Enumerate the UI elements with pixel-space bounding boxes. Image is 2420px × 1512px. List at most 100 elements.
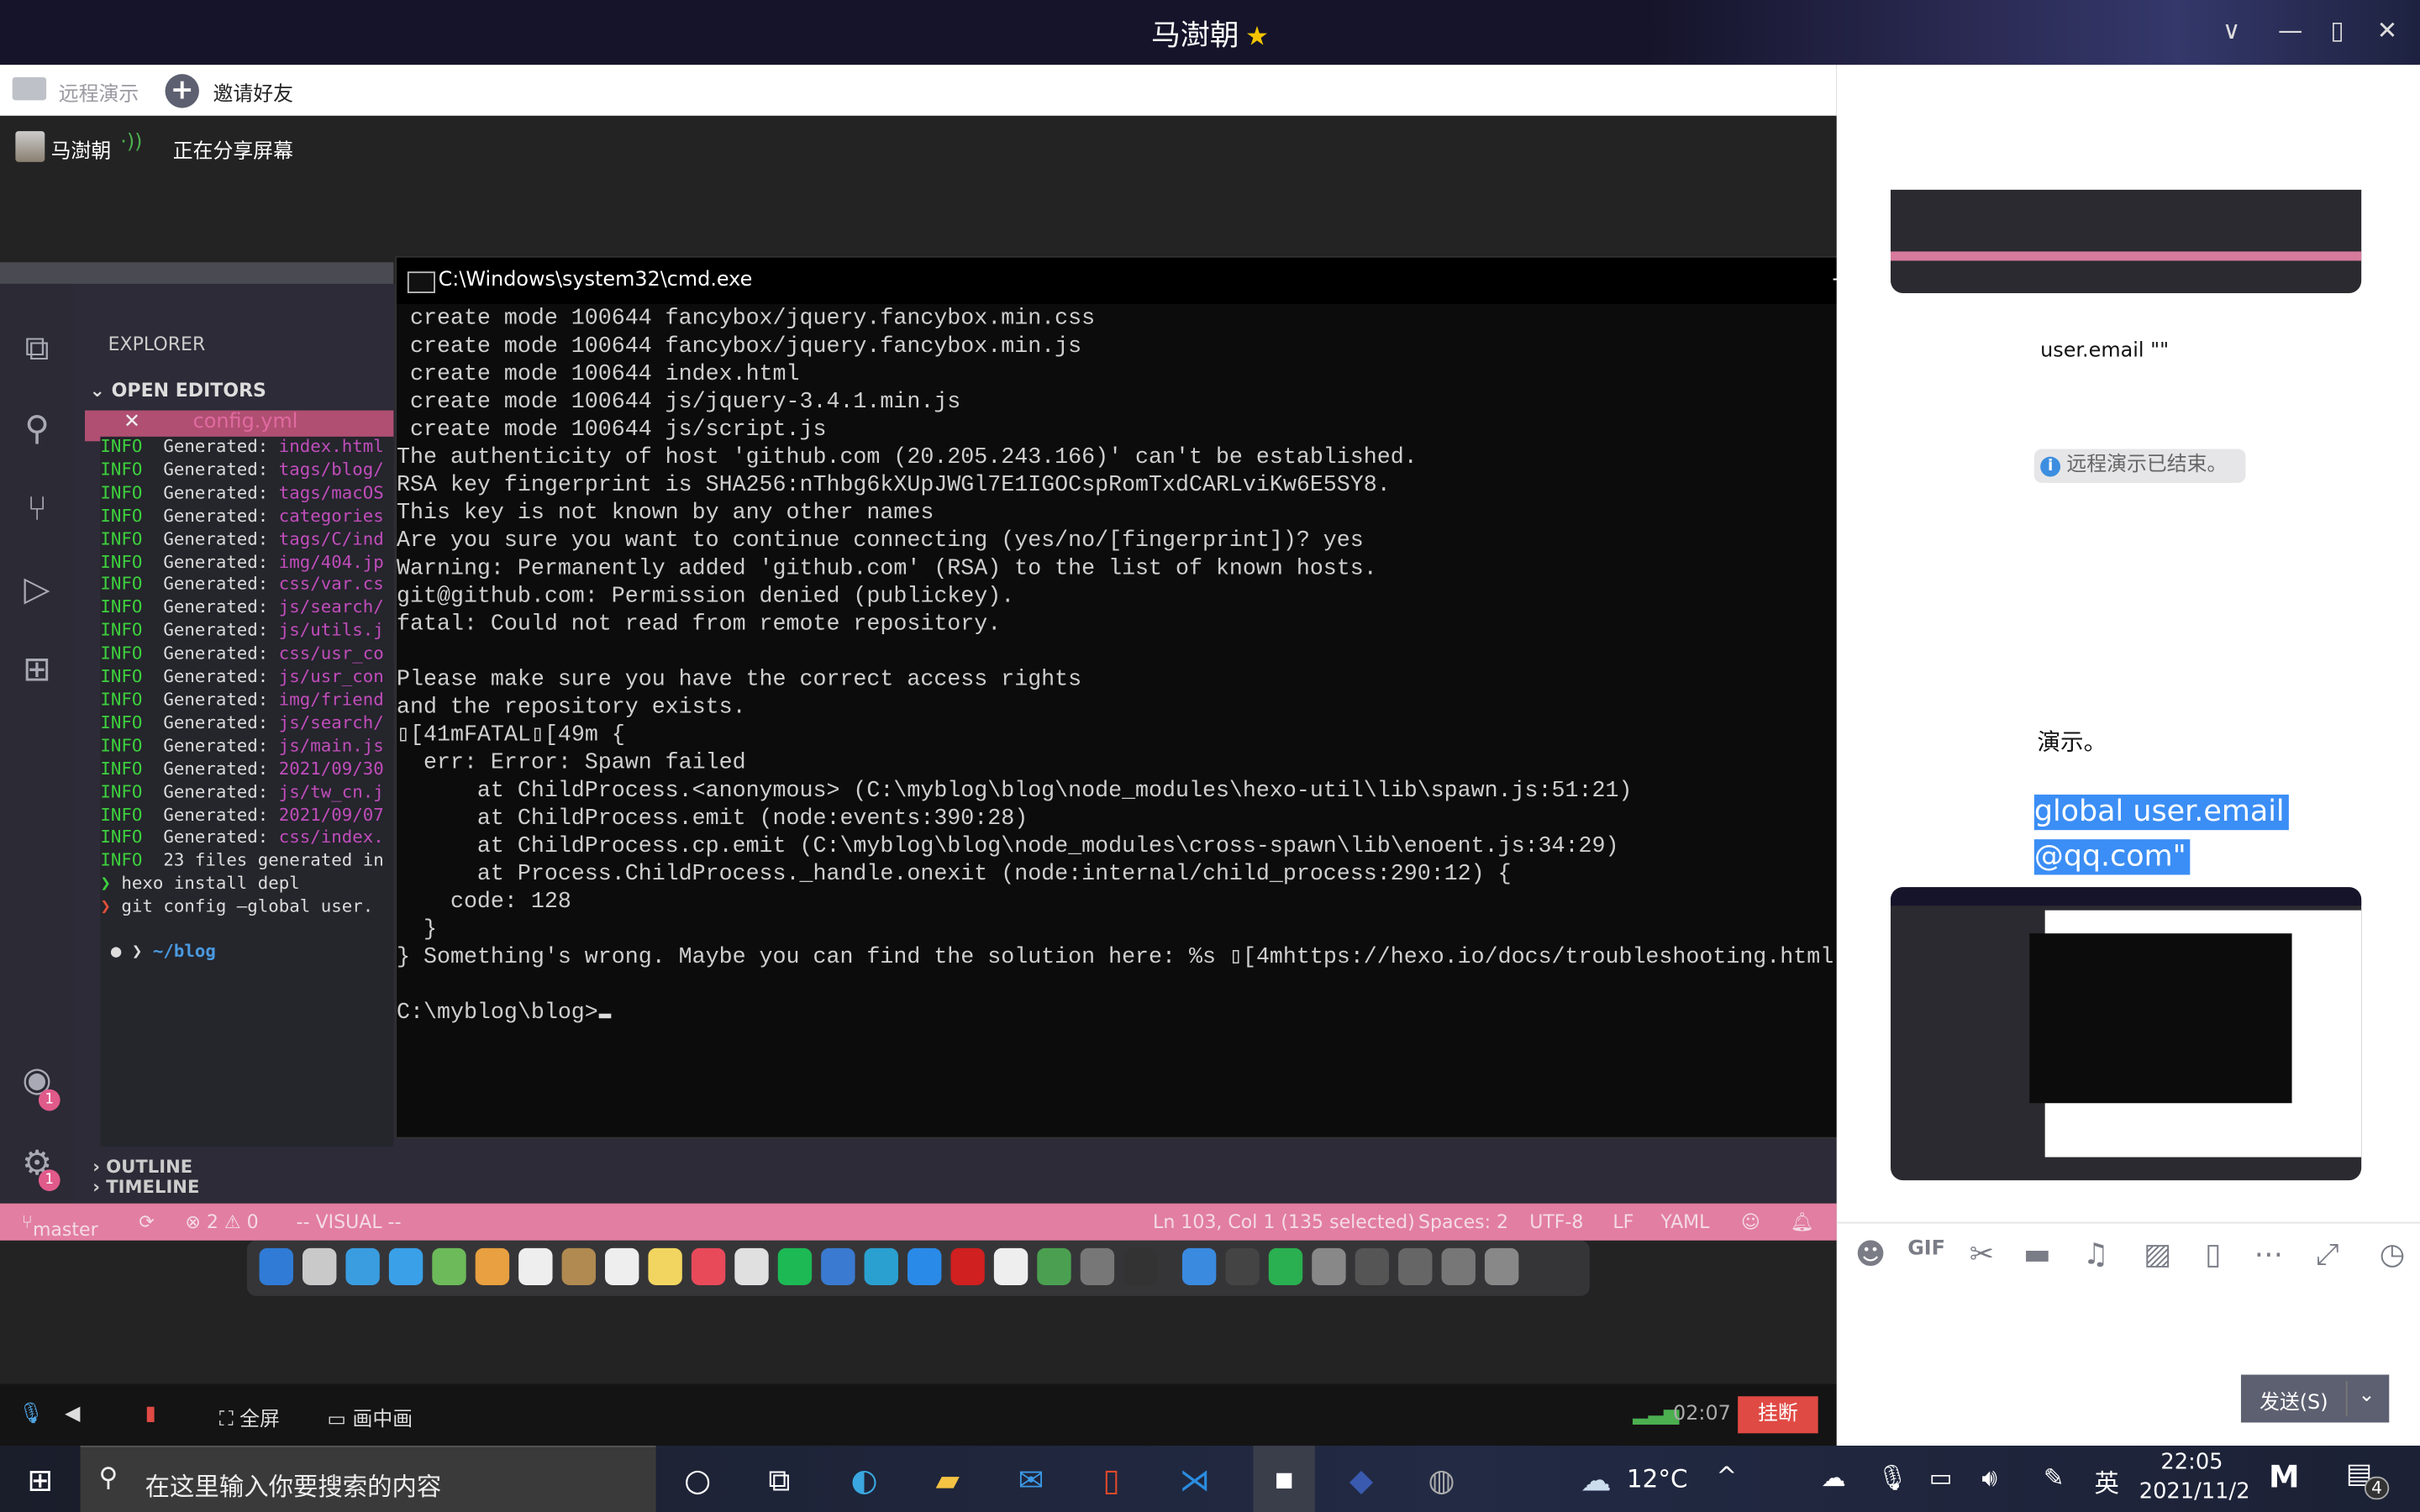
screenshot-image[interactable] (1891, 887, 2362, 1181)
dock-app-icon[interactable] (950, 1247, 985, 1286)
hangup-button[interactable]: 挂断 (1738, 1396, 1818, 1434)
search-icon[interactable]: ⚲ (15, 411, 58, 454)
outline-section[interactable]: › OUTLINE (92, 1156, 192, 1178)
dock-app-icon[interactable] (1037, 1247, 1071, 1286)
battery-icon[interactable]: ▭ (1929, 1462, 1953, 1492)
chevron-down-icon[interactable]: ⌄ (2359, 1384, 2375, 1408)
branch-status[interactable]: ⑂ master (22, 1211, 98, 1241)
encoding[interactable]: UTF-8 (1529, 1211, 1583, 1233)
dock-app-icon[interactable] (1484, 1247, 1519, 1286)
office-icon[interactable]: ▯ (1090, 1458, 1133, 1501)
scissors-icon[interactable]: ✂ (1963, 1237, 2000, 1274)
clock-date[interactable]: 2021/11/2 (2139, 1479, 2250, 1504)
screenshot-image[interactable] (1891, 189, 2362, 293)
speaker-icon[interactable]: ◀ (65, 1403, 80, 1426)
dock-app-icon[interactable] (821, 1247, 855, 1286)
dock-app-icon[interactable] (993, 1247, 1028, 1286)
dock-app-icon[interactable] (908, 1247, 942, 1286)
dock-app-icon[interactable] (1441, 1247, 1476, 1286)
dock-app-icon[interactable] (1080, 1247, 1115, 1286)
run-debug-icon[interactable]: ▷ (15, 571, 58, 614)
edge-icon[interactable]: ◐ (843, 1458, 886, 1501)
expand-icon[interactable]: ⤢ (2309, 1237, 2346, 1274)
remote-demo-button[interactable]: 远程演示 (59, 77, 139, 107)
shake-icon[interactable]: ▯ (2195, 1237, 2232, 1274)
integrated-terminal[interactable]: INFO Generated: index.html INFO Generated… (100, 436, 394, 1147)
windows-start-icon[interactable]: ⊞ (18, 1458, 61, 1501)
app-m-icon[interactable]: M (2269, 1458, 2300, 1495)
close-icon[interactable]: ✕ (124, 411, 140, 434)
sync-icon[interactable]: ⟳ (139, 1211, 154, 1233)
dock-app-icon[interactable] (388, 1247, 424, 1286)
folder-icon[interactable]: ▬ (2018, 1237, 2055, 1274)
bell-icon[interactable]: 🔔︎ (1791, 1211, 1814, 1233)
dock-app-icon[interactable] (259, 1247, 293, 1286)
send-button[interactable]: 发送(S) ⌄ (2240, 1374, 2390, 1423)
dock-app-icon[interactable] (1225, 1247, 1260, 1286)
minimize-button[interactable]: — (2278, 15, 2302, 45)
source-control-icon[interactable]: ⑂ (15, 491, 58, 533)
ime-indicator[interactable]: 英 (2094, 1462, 2118, 1499)
task-view-icon[interactable]: ⧉ (758, 1458, 801, 1501)
console-prompt[interactable]: C:\myblog\blog> (397, 1000, 2008, 1027)
dock-app-icon[interactable] (475, 1247, 510, 1286)
onedrive-icon[interactable]: ☁ (1821, 1462, 1845, 1492)
feedback-icon[interactable]: ☺ (1741, 1211, 1760, 1233)
restore-button[interactable]: ▯ (2330, 15, 2344, 45)
microphone-icon[interactable]: 🎙︎ (1876, 1462, 1907, 1492)
dock-app-icon[interactable] (734, 1247, 769, 1286)
music-icon[interactable]: ♫ (2077, 1237, 2114, 1274)
camera-off-icon[interactable]: ▮ (145, 1403, 156, 1426)
dock-app-icon[interactable] (1398, 1247, 1433, 1286)
chevron-down-icon[interactable]: ∨ (2223, 15, 2241, 45)
line-ending[interactable]: LF (1612, 1211, 1634, 1233)
pen-icon[interactable]: ✎ (2044, 1462, 2065, 1492)
files-icon[interactable]: ⧉ (15, 330, 58, 373)
dock-app-icon[interactable] (605, 1247, 639, 1286)
emoji-icon[interactable]: ☻ (1852, 1237, 1889, 1274)
file-explorer-icon[interactable]: ▰ (926, 1458, 969, 1501)
dock-app-icon[interactable] (432, 1247, 466, 1286)
microphone-icon[interactable]: 🎙︎ (18, 1403, 44, 1426)
dock-app-icon[interactable] (1355, 1247, 1390, 1286)
gif-icon[interactable]: GIF (1907, 1237, 1945, 1274)
dock-app-icon[interactable] (1268, 1247, 1303, 1286)
clock-icon[interactable]: ◷ (2374, 1237, 2411, 1274)
cursor-position[interactable]: Ln 103, Col 1 (135 selected) (1153, 1211, 1415, 1233)
fullscreen-button[interactable]: ⛶ 全屏 (219, 1403, 280, 1432)
indentation[interactable]: Spaces: 2 (1418, 1211, 1508, 1233)
mail-icon[interactable]: ✉ (1009, 1458, 1052, 1501)
qq-icon[interactable]: ◆ (1339, 1458, 1382, 1501)
vscode-icon[interactable]: ⋊ (1173, 1458, 1216, 1501)
open-editors-section[interactable]: ⌄ OPEN EDITORS (90, 380, 266, 402)
invite-friends-button[interactable]: 邀请好友 (213, 77, 293, 107)
dock-app-icon[interactable] (691, 1247, 726, 1286)
dock-app-icon[interactable] (561, 1247, 596, 1286)
dock-app-icon[interactable] (777, 1247, 813, 1286)
problems-status[interactable]: ⊗ 2 ⚠ 0 (185, 1211, 258, 1233)
console-output[interactable]: create mode 100644 fancybox/jquery.fancy… (397, 306, 2008, 1028)
dock-app-icon[interactable] (1181, 1247, 1217, 1286)
pip-button[interactable]: ▭ 画中画 (327, 1403, 413, 1432)
dock-app-icon[interactable] (864, 1247, 898, 1286)
cmd-window[interactable]: C:\Windows\system32\cmd.exe — ☐ ✕ create… (395, 255, 2041, 1139)
dock-app-icon[interactable] (648, 1247, 682, 1286)
weather-icon[interactable]: ☁ (1574, 1458, 1617, 1501)
tray-overflow-icon[interactable]: ^ (1716, 1461, 1737, 1490)
timeline-section[interactable]: › TIMELINE (92, 1176, 199, 1198)
close-button[interactable]: ✕ (2377, 15, 2398, 45)
dock-app-icon[interactable] (1123, 1247, 1158, 1286)
clock-time[interactable]: 22:05 (2160, 1451, 2223, 1475)
cmd-titlebar[interactable]: C:\Windows\system32\cmd.exe — ☐ ✕ (397, 257, 2039, 304)
cortana-icon[interactable]: ○ (676, 1458, 718, 1501)
dock-app-icon[interactable] (518, 1247, 553, 1286)
language-mode[interactable]: YAML (1660, 1211, 1709, 1233)
extensions-icon[interactable]: ⊞ (15, 651, 58, 694)
dock-app-icon[interactable] (302, 1247, 337, 1286)
weather-temp[interactable]: 12°C (1627, 1464, 1688, 1494)
app-icon[interactable]: ◍ (1420, 1458, 1463, 1501)
taskbar-search[interactable]: ⚲ 在这里输入你要搜索的内容 (80, 1446, 656, 1512)
plus-icon[interactable]: + (165, 74, 199, 108)
cmd-taskbar-icon[interactable]: ▪ (1253, 1446, 1315, 1512)
volume-icon[interactable]: 🔊︎ (1981, 1462, 1997, 1494)
